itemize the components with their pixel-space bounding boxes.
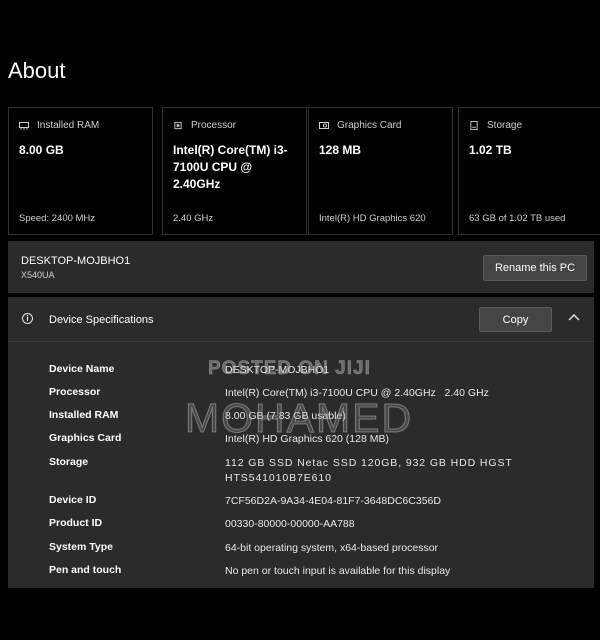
- card-installed-ram: Installed RAM 8.00 GB Speed: 2400 MHz: [8, 107, 153, 235]
- spec-label: Device ID: [49, 494, 97, 506]
- device-model: X540UA: [21, 270, 55, 280]
- specs-header[interactable]: i Device Specifications Copy: [8, 297, 594, 342]
- card-footer: 63 GB of 1.02 TB used: [469, 213, 566, 224]
- spec-value: 7CF56D2A-9A34-4E04-81F7-3648DC6C356D: [225, 495, 441, 507]
- spec-label: System Type: [49, 541, 113, 553]
- device-name-bar: DESKTOP-MOJBHO1 X540UA Rename this PC: [8, 241, 594, 293]
- device-specifications-panel: i Device Specifications Copy Device Name…: [8, 297, 594, 588]
- rename-pc-button[interactable]: Rename this PC: [483, 255, 587, 281]
- spec-label: Pen and touch: [49, 564, 122, 576]
- spec-value: Intel(R) Core(TM) i3-7100U CPU @ 2.40GHz…: [225, 387, 489, 399]
- spec-value: Intel(R) HD Graphics 620 (128 MB): [225, 433, 389, 445]
- card-label: Graphics Card: [337, 120, 402, 131]
- spec-value: 112 GB SSD Netac SSD 120GB, 932 GB HDD H…: [225, 457, 513, 484]
- card-processor: Processor Intel(R) Core(TM) i3-7100U CPU…: [162, 107, 307, 235]
- spec-label: Installed RAM: [49, 409, 119, 421]
- copy-button[interactable]: Copy: [479, 307, 552, 332]
- device-name: DESKTOP-MOJBHO1: [21, 255, 131, 267]
- specs-title: Device Specifications: [49, 314, 154, 326]
- storage-icon: [470, 121, 478, 130]
- spec-label: Device Name: [49, 363, 115, 375]
- graphics-card-icon: [319, 122, 329, 129]
- spec-label: Storage: [49, 456, 89, 468]
- card-graphics: Graphics Card 128 MB Intel(R) HD Graphic…: [308, 107, 453, 235]
- spec-value: DESKTOP-MOJBHO1: [225, 364, 330, 376]
- card-value: 8.00 GB: [19, 143, 64, 157]
- ram-icon: [19, 122, 29, 130]
- card-storage: Storage 1.02 TB 63 GB of 1.02 TB used: [458, 107, 600, 235]
- processor-icon: [174, 121, 182, 130]
- spec-label: Processor: [49, 386, 101, 398]
- spec-label: Product ID: [49, 517, 103, 529]
- card-footer: Speed: 2400 MHz: [19, 213, 96, 224]
- summary-cards: Installed RAM 8.00 GB Speed: 2400 MHz Pr…: [8, 107, 600, 237]
- spec-value: 64-bit operating system, x64-based proce…: [225, 542, 439, 554]
- card-label: Storage: [487, 120, 523, 131]
- card-value: Intel(R) Core(TM) i3-7100U CPU @ 2.40GHz: [173, 143, 288, 191]
- card-label: Installed RAM: [37, 120, 100, 131]
- card-label: Processor: [191, 120, 237, 131]
- card-value: 1.02 TB: [469, 143, 512, 157]
- spec-value: 00330-80000-00000-AA788: [225, 518, 355, 530]
- spec-label: Graphics Card: [49, 432, 122, 444]
- chevron-up-icon[interactable]: [568, 313, 580, 321]
- card-footer: Intel(R) HD Graphics 620: [319, 213, 426, 224]
- card-footer: 2.40 GHz: [173, 213, 214, 224]
- card-value: 128 MB: [319, 143, 362, 157]
- spec-value: No pen or touch input is available for t…: [225, 565, 451, 577]
- info-icon: i: [22, 313, 33, 324]
- spec-value: 8.00 GB (7.83 GB usable): [225, 410, 346, 422]
- page-title: About: [8, 58, 66, 83]
